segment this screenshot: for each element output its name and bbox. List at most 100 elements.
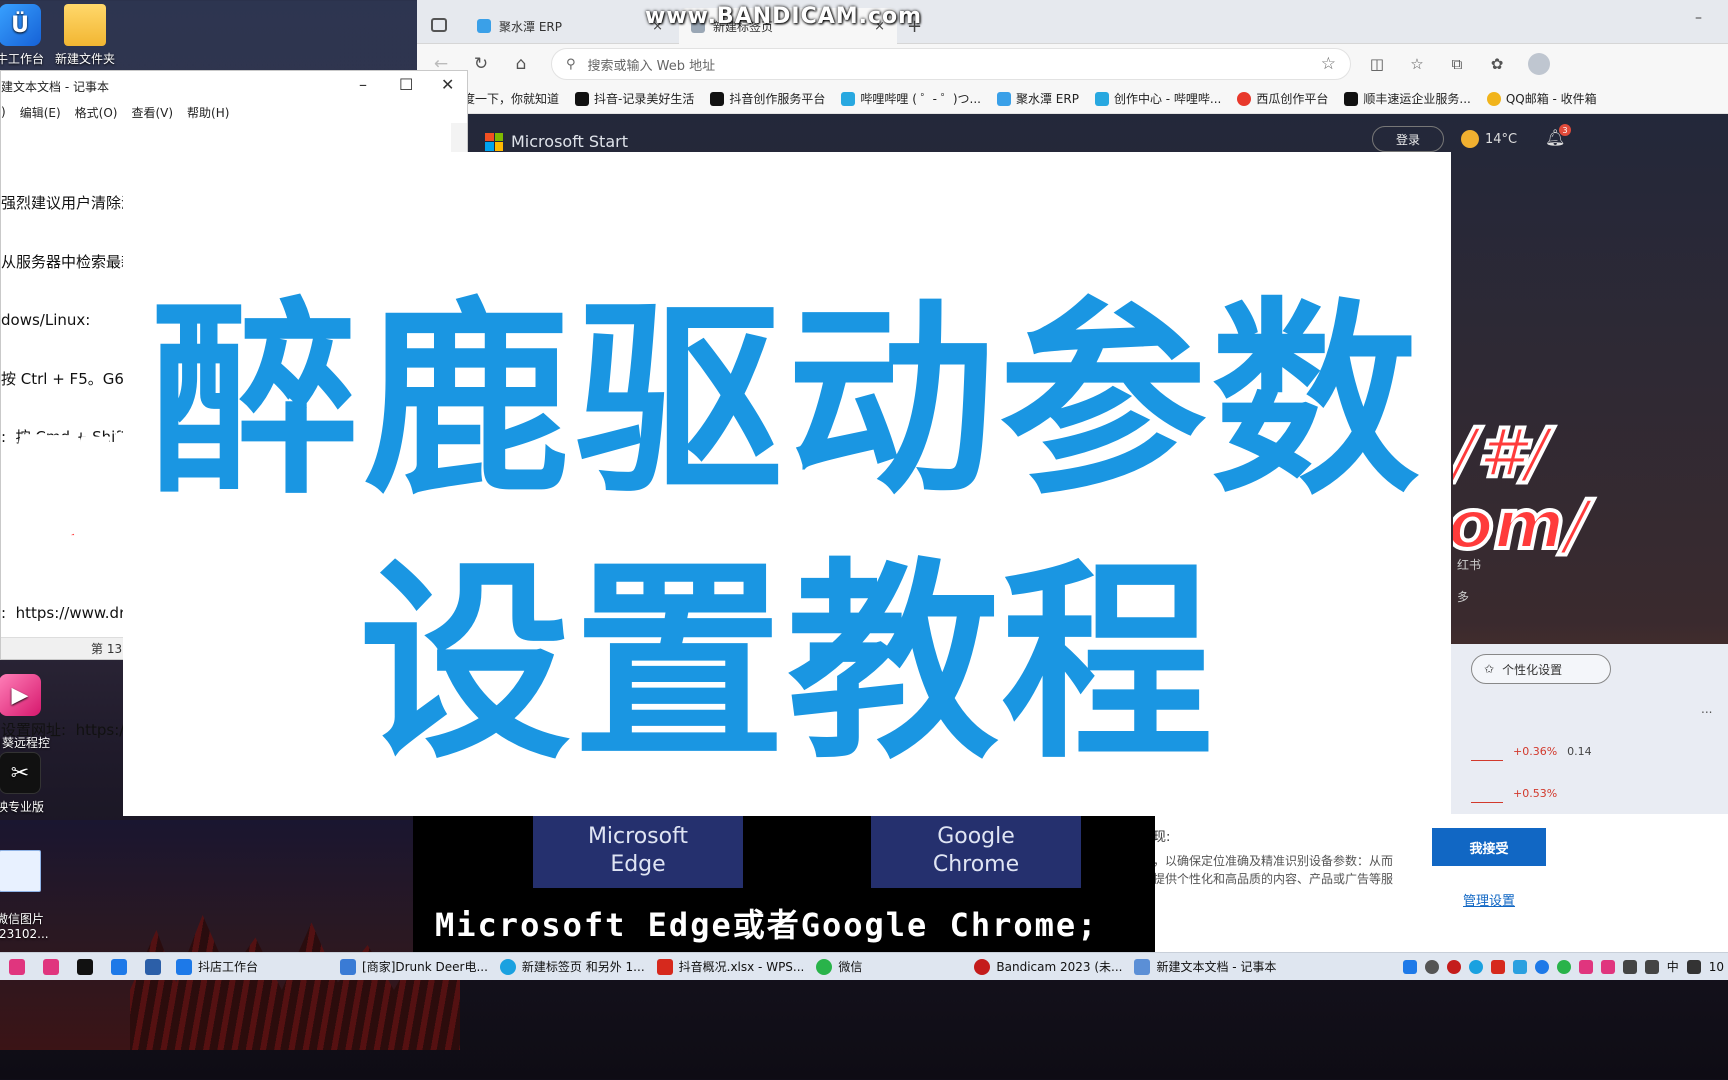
tray-record-icon[interactable] [1446,959,1461,974]
address-placeholder: 搜索或输入 Web 地址 [587,58,716,74]
tab-erp[interactable]: 聚水潭 ERP × [465,8,675,44]
tab-actions-icon[interactable] [431,18,447,32]
bookmark-douyin-creator[interactable]: 抖音创作服务平台 [710,90,825,107]
pinned-app-icon[interactable] [43,958,59,975]
douyin-icon [575,91,590,106]
bookmark-sf-express[interactable]: 顺丰速运企业服务... [1344,90,1471,107]
tray-app-icon[interactable] [1512,959,1527,974]
customize-icon: ✩ [1484,662,1495,676]
favorite-star-icon[interactable]: ☆ [1321,54,1336,74]
promo-text: /#/ [1453,414,1552,495]
tray-app-icon[interactable] [1424,959,1439,974]
weather-widget[interactable]: 14°C [1461,130,1517,148]
pinned-app-icon[interactable] [111,958,127,975]
stock-row[interactable]: +0.36% 0.14 [1471,736,1711,766]
doudian-icon [176,958,192,975]
profile-avatar[interactable] [1527,52,1551,76]
tray-volume-icon[interactable] [1644,959,1659,974]
menu-file[interactable]: ) [1,105,6,119]
taskbar-app-merchant[interactable]: [商家]Drunk Deer电... [334,953,494,980]
edge-option: Microsoft Edge [533,814,743,888]
title-line-1: 醉鹿驱动参数 [151,281,1423,523]
extensions-icon[interactable]: ✿ [1485,52,1509,76]
menu-edit[interactable]: 编辑(E) [20,104,61,121]
clock[interactable]: 10 [1709,960,1724,974]
weather-sun-icon [1461,130,1479,148]
refresh-icon[interactable]: ↻ [469,52,493,76]
pinned-app-icon[interactable] [9,958,25,975]
customize-label: 个性化设置 [1502,662,1563,677]
collections-icon[interactable]: ⧉ [1445,52,1469,76]
bookmark-bilibili[interactable]: 哔哩哔哩 ( ゜- ゜)つ... [841,90,981,107]
menu-format[interactable]: 格式(O) [75,104,118,121]
notepad-titlebar: 建文本文档 - 记事本 – ☐ ✕ [1,71,467,101]
promo-thumbnail: 驱动 或者 [1,416,131,566]
desktop-icon-label: 新建文件夹 [54,52,115,66]
pinned-photoshop-icon[interactable] [145,958,161,975]
taskbar-app-wps[interactable]: 抖音概况.xlsx - WPS... [651,953,811,980]
stock-change: +0.36% [1513,744,1558,758]
accept-button[interactable]: 我接受 [1432,828,1546,866]
recording-watermark: www.BANDICAM.com [645,4,923,29]
tray-app-icon[interactable] [1600,959,1615,974]
bookmark-bilibili-creator[interactable]: 创作中心 - 哔哩哔... [1094,90,1221,107]
manage-settings-link[interactable]: 管理设置 [1463,890,1515,909]
tray-network-icon[interactable] [1622,959,1637,974]
taskbar-app-edge[interactable]: 新建标签页 和另外 1... [494,953,651,980]
login-button[interactable]: 登录 [1372,126,1444,152]
bookmark-erp[interactable]: 聚水潭 ERP [996,90,1079,107]
more-icon[interactable]: ... [1701,702,1712,716]
bookmark-douyin[interactable]: 抖音-记录美好生活 [575,90,694,107]
split-screen-icon[interactable]: ◫ [1365,52,1389,76]
taskbar-app-label: 微信 [838,960,863,974]
favorites-icon[interactable]: ☆ [1405,52,1429,76]
merchant-icon [340,958,357,975]
taskbar-app-wechat[interactable]: 微信 [810,953,868,980]
tray-app-icon[interactable] [1402,959,1417,974]
brand-label: Microsoft Start [511,132,628,151]
menu-view[interactable]: 查看(V) [131,104,173,121]
home-icon[interactable]: ⌂ [509,52,533,76]
tutorial-video-overlay: Microsoft Edge Google Chrome Microsoft E… [413,814,1155,960]
taskbar-app-label: 新建标签页 和另外 1... [521,960,645,974]
address-bar[interactable]: ⚲ 搜索或输入 Web 地址 ☆ [551,48,1351,80]
tray-keyboard-icon[interactable] [1686,959,1701,974]
menu-help[interactable]: 帮助(H) [187,104,229,121]
taskbar-app-bandicam[interactable]: Bandicam 2023 (未... [968,953,1128,980]
video-caption: Microsoft Edge或者Google Chrome; [435,906,1099,944]
temperature: 14°C [1485,131,1518,147]
input-method-indicator[interactable]: 中 [1667,958,1679,975]
minimize-button[interactable]: – [1695,10,1702,26]
close-button[interactable]: ✕ [441,75,454,94]
promo-banner[interactable]: /#/ om/ [1453,414,1728,624]
pinned-capcut-icon[interactable] [77,958,93,975]
taskbar: 抖店工作台 [商家]Drunk Deer电... 新建标签页 和另外 1... … [0,952,1728,980]
sparkline [1471,783,1503,803]
microsoft-start-brand[interactable]: Microsoft Start [485,132,628,151]
stock-value: 0.14 [1567,744,1592,758]
bookmark-xigua[interactable]: 西瓜创作平台 [1237,90,1328,107]
taskbar-app-notepad[interactable]: 新建文本文档 - 记事本 [1128,953,1282,980]
bookmark-label: 顺丰速运企业服务... [1363,92,1471,106]
customize-button[interactable]: ✩ 个性化设置 [1471,654,1611,684]
tray-app-icon[interactable] [1468,959,1483,974]
tray-wechat-icon[interactable] [1556,959,1571,974]
tray-app-icon[interactable] [1578,959,1593,974]
bookmark-qq-mail[interactable]: QQ邮箱 - 收件箱 [1486,90,1597,107]
taskbar-app-label: 抖音概况.xlsx - WPS... [678,960,805,974]
taskbar-app-label: Bandicam 2023 (未... [996,960,1123,974]
bookmark-label: 抖音-记录美好生活 [594,92,695,106]
taskbar-app-label: 抖店工作台 [198,960,259,974]
desktop-icon-wechat-image[interactable]: 微信图片 023102... [0,836,60,955]
taskbar-app-doudian[interactable]: 抖店工作台 [170,953,264,980]
desktop-icon-new-folder[interactable]: 新建文件夹 [45,4,125,67]
notepad-title: 建文本文档 - 记事本 [1,79,109,94]
stock-row[interactable]: +0.53% [1471,778,1711,808]
tray-cloud-icon[interactable] [1534,959,1549,974]
maximize-button[interactable]: ☐ [399,75,413,94]
bandicam-icon [974,958,991,975]
minimize-button[interactable]: – [359,75,367,94]
promo-meta: 多 [1457,590,1470,604]
tray-app-icon[interactable] [1490,959,1505,974]
tab-bar: 聚水潭 ERP × 新建标签页 × + www.BANDICAM.com – [417,0,1728,44]
